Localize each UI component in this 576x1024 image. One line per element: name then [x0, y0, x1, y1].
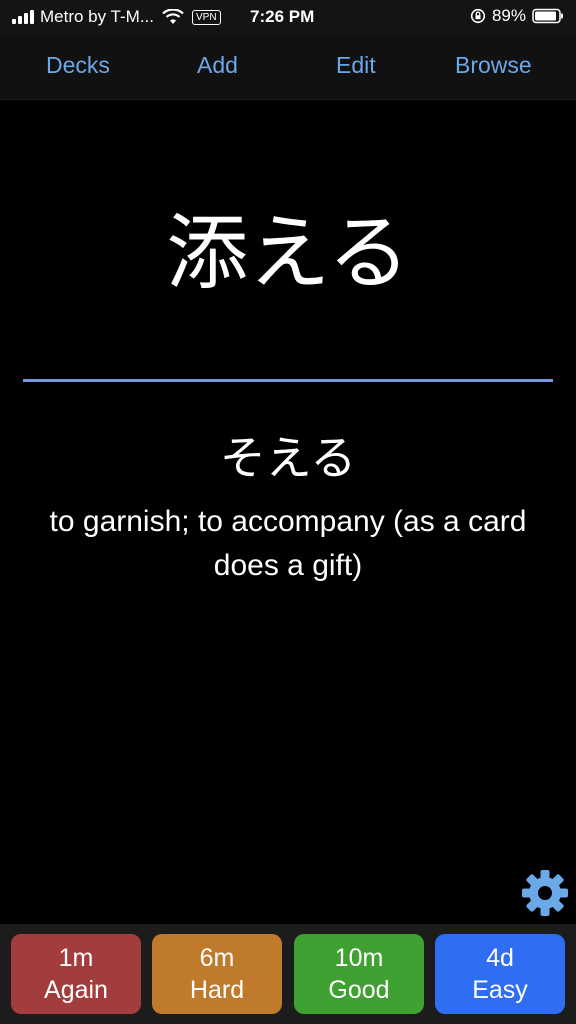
vpn-badge: VPN — [192, 9, 221, 25]
cellular-signal-icon — [12, 10, 34, 24]
decks-button[interactable]: Decks — [46, 52, 110, 79]
top-toolbar: Decks Add Edit Browse — [0, 34, 576, 100]
wifi-icon — [162, 9, 184, 24]
card-front-text: 添える — [166, 206, 410, 301]
hard-label: Hard — [189, 976, 245, 1004]
rotation-lock-icon — [470, 8, 486, 24]
edit-button[interactable]: Edit — [336, 52, 376, 79]
battery-percent: 89% — [491, 6, 526, 25]
hard-interval: 6m — [199, 944, 235, 972]
easy-label: Easy — [472, 976, 528, 1004]
status-bar: Metro by T-M... VPN 7:26 PM 89% — [0, 0, 576, 34]
answer-divider — [23, 379, 553, 382]
battery-icon — [532, 8, 563, 24]
card-meaning: to garnish; to accompany (as a card does… — [49, 505, 527, 582]
easy-button[interactable]: 4d Easy — [435, 934, 565, 1014]
good-button[interactable]: 10m Good — [294, 934, 424, 1014]
again-button[interactable]: 1m Again — [11, 934, 141, 1014]
add-button[interactable]: Add — [197, 52, 238, 79]
carrier-name: Metro by T-M... — [40, 7, 154, 26]
gear-icon[interactable] — [520, 868, 570, 918]
browse-button[interactable]: Browse — [455, 52, 532, 79]
good-label: Good — [328, 976, 390, 1004]
card-reading: そえる — [219, 431, 357, 485]
easy-interval: 4d — [486, 944, 514, 972]
again-label: Again — [44, 976, 108, 1004]
good-interval: 10m — [334, 944, 384, 972]
answer-bar: 1m Again 6m Hard 10m Good 4d Easy — [0, 924, 576, 1024]
again-interval: 1m — [58, 944, 94, 972]
hard-button[interactable]: 6m Hard — [152, 934, 282, 1014]
review-screen: Metro by T-M... VPN 7:26 PM 89% Decks Ad… — [0, 0, 576, 1024]
status-time: 7:26 PM — [250, 7, 315, 26]
